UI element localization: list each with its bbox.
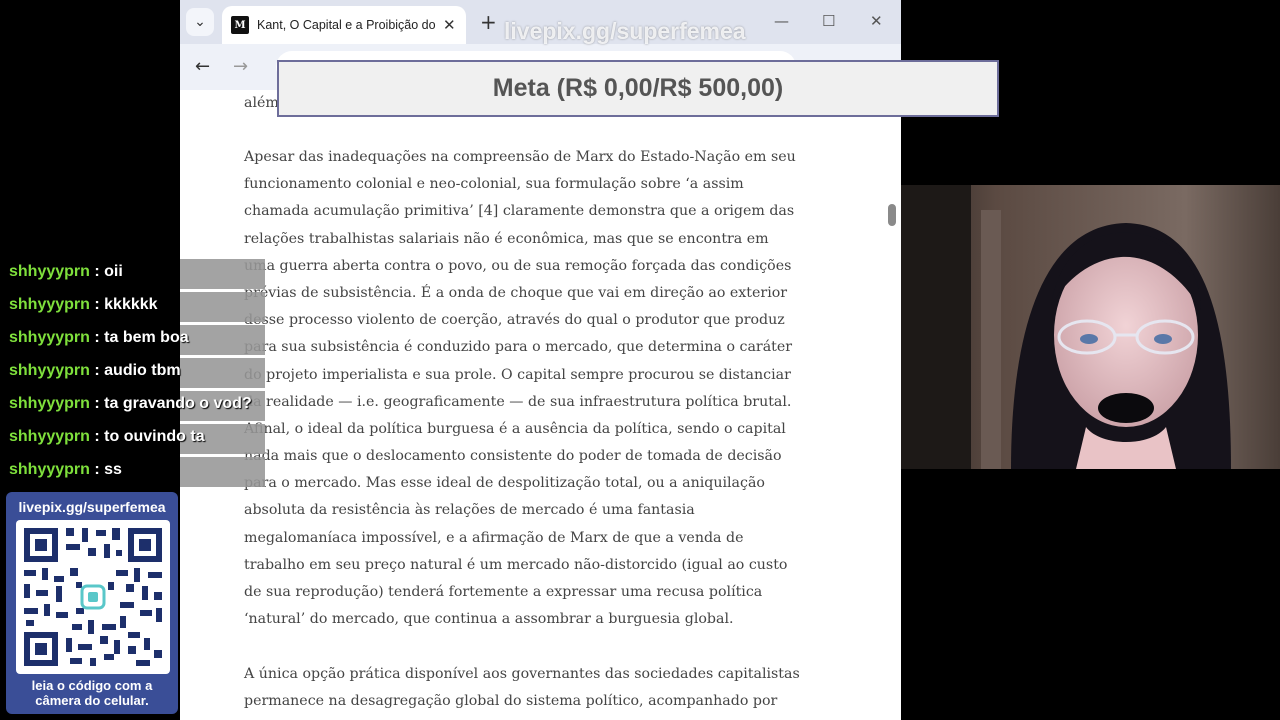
chat-bg-box bbox=[180, 325, 265, 355]
article-line: nada mais que o deslocamento consistente… bbox=[244, 448, 782, 465]
chat-text: kkkkkk bbox=[104, 296, 158, 313]
chat-username: shhyyyprn bbox=[9, 395, 90, 412]
chat-bg-box bbox=[180, 292, 265, 322]
article-line: uma guerra aberta contra o povo, ou de s… bbox=[244, 257, 792, 274]
article-line: funcionamento colonial e neo-colonial, s… bbox=[244, 176, 744, 193]
article-line: megalomaníaca impossível, e a afirmação … bbox=[244, 529, 744, 546]
chat-username: shhyyyprn bbox=[9, 362, 90, 379]
article-line: da realidade — i.e. geograficamente — de… bbox=[244, 393, 792, 410]
article-line: Apesar das inadequações na compreensão d… bbox=[244, 149, 796, 165]
chat-bg-box bbox=[180, 259, 265, 289]
chat-text: audio tbm bbox=[104, 362, 181, 379]
article-line: Afinal, o ideal da política burguesa é a… bbox=[244, 420, 786, 437]
chat-username: shhyyyprn bbox=[9, 296, 90, 313]
back-arrow-icon[interactable]: ← bbox=[195, 56, 210, 77]
minimize-icon[interactable]: — bbox=[774, 12, 789, 30]
article-paragraph-1: Apesar das inadequações na compreensão d… bbox=[244, 144, 824, 633]
donation-goal-bar: Meta (R$ 0,00/R$ 500,00) bbox=[277, 60, 999, 117]
article-line: relações trabalhistas salariais não é ec… bbox=[244, 230, 769, 247]
article-line: ‘natural’ do mercado, que continua a ass… bbox=[244, 611, 734, 628]
chat-separator: : bbox=[94, 428, 100, 445]
tab-search-icon[interactable]: ⌄ bbox=[186, 8, 214, 36]
qr-caption: leia o código com a câmera do celular. bbox=[31, 678, 153, 708]
close-icon[interactable]: ✕ bbox=[443, 16, 456, 34]
chat-separator: : bbox=[94, 461, 100, 478]
chat-message: shhyyyprn : oii bbox=[9, 263, 123, 281]
active-tab[interactable]: M Kant, O Capital e a Proibição do Inces… bbox=[222, 6, 466, 44]
article-paragraph-2: A única opção prática disponível aos gov… bbox=[244, 661, 824, 715]
chat-username: shhyyyprn bbox=[9, 461, 90, 478]
maximize-icon[interactable]: ☐ bbox=[822, 12, 835, 30]
chat-username: shhyyyprn bbox=[9, 263, 90, 280]
article-line: de sua reprodução) tenderá fortemente a … bbox=[244, 584, 763, 600]
site-favicon-icon: M bbox=[231, 16, 249, 34]
chat-text: ta gravando o vod? bbox=[104, 395, 252, 412]
qr-code-icon bbox=[16, 520, 170, 674]
webcam-feed bbox=[901, 185, 1280, 469]
chat-text: oii bbox=[104, 263, 123, 280]
article-line: chamada acumulação primitiva’ [4] claram… bbox=[244, 203, 795, 220]
chat-separator: : bbox=[94, 362, 100, 379]
qr-url: livepix.gg/superfemea bbox=[18, 499, 166, 515]
chat-separator: : bbox=[94, 263, 100, 280]
article-line: absoluta da resistência às relações de m… bbox=[244, 502, 695, 519]
article-line: A única opção prática disponível aos gov… bbox=[244, 666, 800, 682]
chat-message: shhyyyprn : kkkkkk bbox=[9, 296, 158, 314]
livepix-watermark: livepix.gg/superfemea bbox=[504, 18, 746, 44]
article-line: para o mercado. Mas esse ideal de despol… bbox=[244, 475, 765, 492]
article-line: trabalho em seu preço natural é um merca… bbox=[244, 556, 788, 573]
chat-separator: : bbox=[94, 329, 100, 346]
chat-username: shhyyyprn bbox=[9, 428, 90, 445]
scrollbar-thumb[interactable] bbox=[888, 204, 896, 226]
chat-separator: : bbox=[94, 296, 100, 313]
chat-message: shhyyyprn : to ouvindo ta bbox=[9, 428, 205, 446]
tab-title: Kant, O Capital e a Proibição do Incesto bbox=[257, 18, 437, 32]
article-line: desse processo violento de coerção, atra… bbox=[244, 312, 785, 329]
chat-message: shhyyyprn : ss bbox=[9, 461, 122, 479]
chat-text: to ouvindo ta bbox=[104, 428, 205, 445]
chat-text: ss bbox=[104, 461, 122, 478]
chat-separator: : bbox=[94, 395, 100, 412]
chat-bg-box bbox=[180, 358, 265, 388]
chat-message: shhyyyprn : ta gravando o vod? bbox=[9, 395, 252, 413]
article-line: permanece na desagregação global do sist… bbox=[244, 693, 778, 710]
article-line: para sua subsistência é conduzido para o… bbox=[244, 339, 793, 356]
chat-message: shhyyyprn : audio tbm bbox=[9, 362, 181, 380]
article-content: além Apesar das inadequações na compreen… bbox=[180, 90, 901, 720]
article-line: do projeto imperialista e sua prole. O c… bbox=[244, 366, 791, 383]
chat-bg-box bbox=[180, 457, 265, 487]
chat-text: ta bem boa bbox=[104, 329, 189, 346]
chat-message: shhyyyprn : ta bem boa bbox=[9, 329, 189, 347]
plus-icon[interactable]: + bbox=[480, 10, 497, 34]
chat-username: shhyyyprn bbox=[9, 329, 90, 346]
forward-arrow-icon[interactable]: → bbox=[233, 56, 248, 77]
qr-card: livepix.gg/superfemea leia o código com … bbox=[6, 492, 178, 714]
article-line: prévias de subsistência. É a onda de cho… bbox=[244, 284, 788, 301]
close-window-icon[interactable]: ✕ bbox=[870, 12, 883, 30]
